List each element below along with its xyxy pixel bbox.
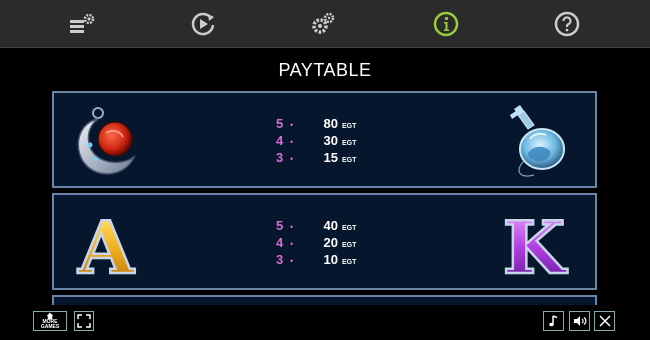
paytable-row-partial (52, 295, 597, 305)
symbol-count: 3 (276, 150, 284, 165)
fullscreen-button[interactable] (74, 311, 94, 331)
close-button[interactable] (594, 311, 615, 331)
volume-button[interactable] (569, 311, 590, 331)
help-button[interactable] (553, 10, 581, 38)
payout-value: 40 (323, 218, 338, 233)
bullet-dot: • (290, 239, 294, 249)
music-note-icon (548, 315, 557, 327)
more-games-label-line2: GAMES (40, 324, 60, 330)
letter-k-icon: K (501, 204, 569, 283)
paytable-settings-button[interactable] (68, 10, 96, 38)
symbol-count: 4 (276, 235, 284, 250)
moon-amulet-icon (77, 107, 136, 175)
pay-row: 4 • 30 EGT (276, 133, 396, 150)
speaker-icon (573, 316, 586, 326)
pay-row: 4 • 20 EGT (276, 235, 396, 252)
close-icon (598, 315, 611, 327)
symbol-count: 5 (276, 218, 284, 233)
currency-unit: EGT (342, 259, 357, 266)
paytable-settings-icon (70, 13, 95, 33)
svg-text:A: A (77, 205, 135, 283)
potion-bottle-icon (510, 105, 565, 177)
paytable-row: A 5 • 40 EGT 4 • 20 EGT 3 • 10 EGT K (52, 193, 597, 290)
letter-a-icon: A (76, 204, 137, 283)
fullscreen-icon (77, 314, 91, 328)
pay-row: 5 • 80 EGT (276, 116, 396, 133)
payout-value: 30 (323, 133, 338, 148)
settings-button[interactable] (309, 10, 337, 38)
bullet-dot: • (290, 222, 294, 232)
pay-row: 3 • 10 EGT (276, 252, 396, 269)
currency-unit: EGT (342, 123, 357, 130)
pay-row: 3 • 15 EGT (276, 150, 396, 167)
currency-unit: EGT (342, 242, 357, 249)
symbol-count: 5 (276, 116, 284, 131)
currency-unit: EGT (342, 140, 357, 147)
payout-value: 10 (323, 252, 338, 267)
more-games-button[interactable]: MORE GAMES (33, 311, 67, 331)
bullet-dot: • (290, 120, 294, 130)
pay-row: 5 • 40 EGT (276, 218, 396, 235)
bullet-dot: • (290, 256, 294, 266)
currency-unit: EGT (342, 157, 357, 164)
music-button[interactable] (543, 311, 564, 331)
paytable-row: 5 • 80 EGT 4 • 30 EGT 3 • 15 EGT (52, 91, 597, 188)
info-button[interactable] (432, 10, 460, 38)
bullet-dot: • (290, 137, 294, 147)
top-toolbar (0, 0, 650, 48)
settings-icon (312, 12, 335, 34)
pay-list: 5 • 80 EGT 4 • 30 EGT 3 • 15 EGT (276, 116, 396, 167)
page-title: PAYTABLE (278, 60, 372, 80)
autoplay-icon (191, 12, 215, 36)
payout-value: 20 (323, 235, 338, 250)
help-icon (554, 11, 580, 37)
payout-value: 15 (323, 150, 338, 165)
payout-value: 80 (323, 116, 338, 131)
currency-unit: EGT (342, 225, 357, 232)
autoplay-button[interactable] (189, 10, 217, 38)
symbol-count: 3 (276, 252, 284, 267)
bullet-dot: • (290, 154, 294, 164)
symbol-count: 4 (276, 133, 284, 148)
svg-text:K: K (503, 205, 568, 283)
pay-list: 5 • 40 EGT 4 • 20 EGT 3 • 10 EGT (276, 218, 396, 269)
info-icon (433, 11, 459, 37)
